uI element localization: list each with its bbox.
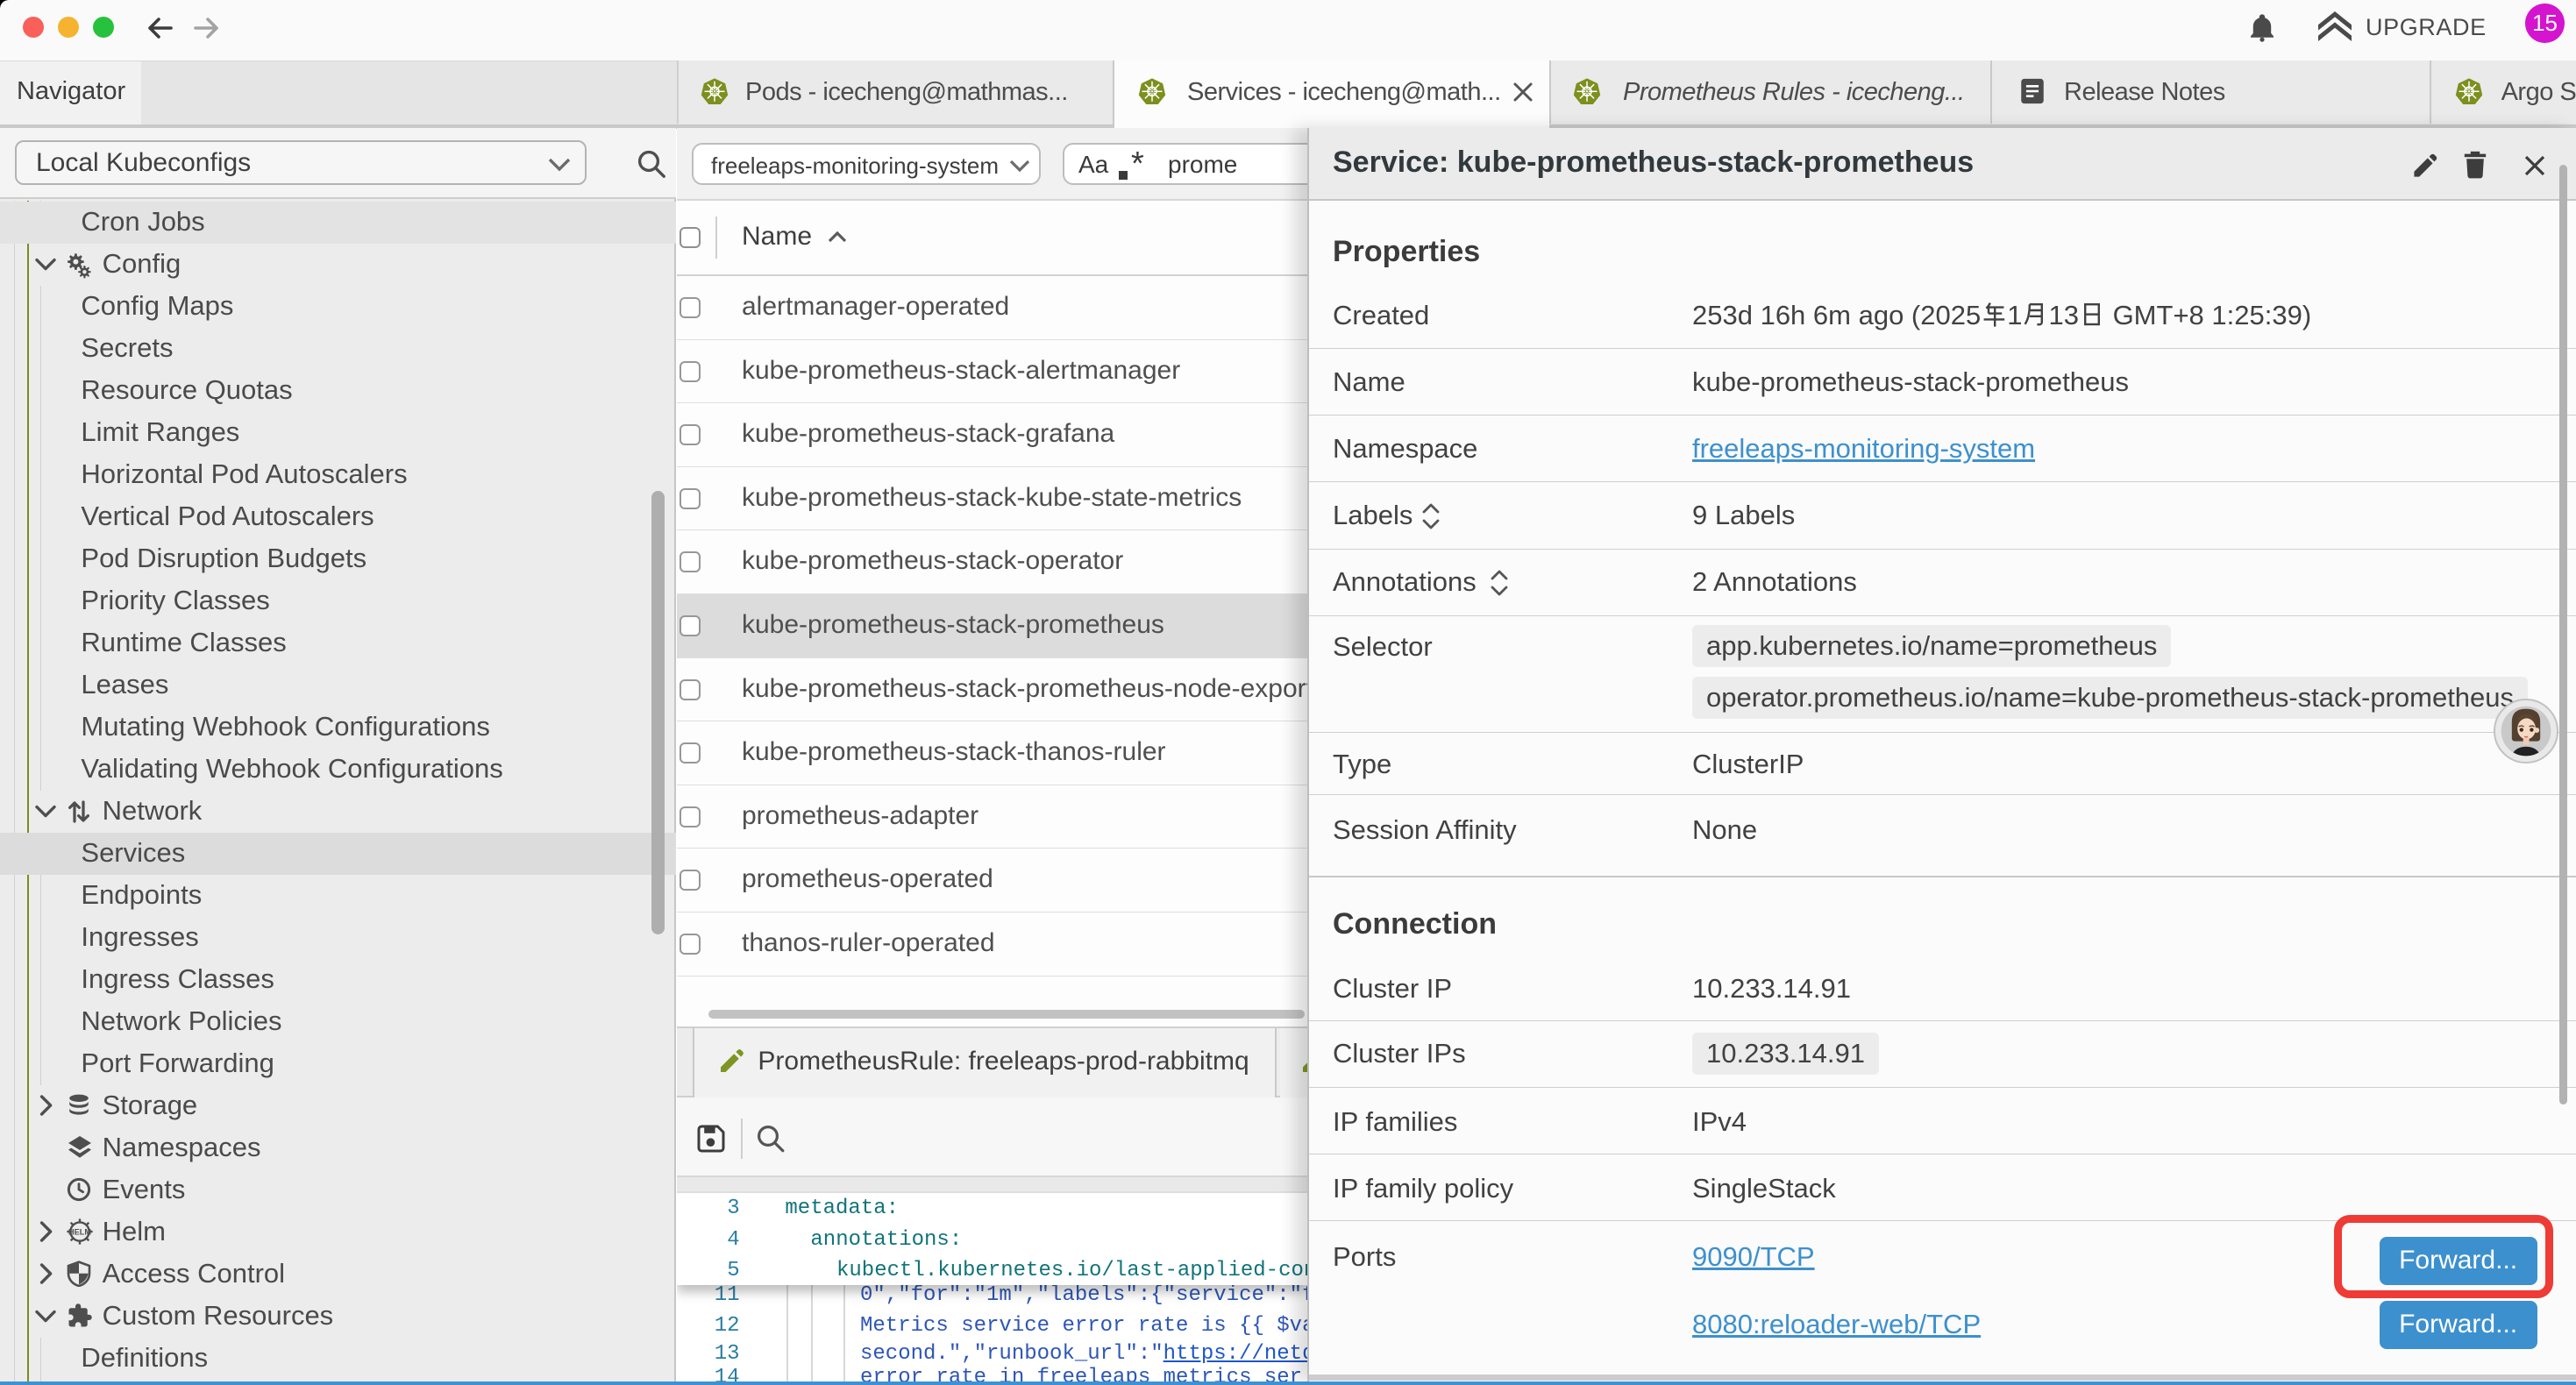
svg-text:HELM: HELM [68, 1228, 91, 1237]
